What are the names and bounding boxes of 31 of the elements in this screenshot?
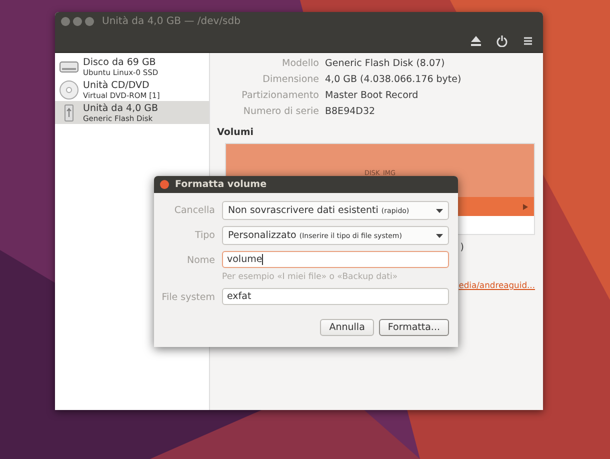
detail-value: Generic Flash Disk (8.07) <box>325 57 446 70</box>
maximize-button[interactable] <box>85 16 94 26</box>
menu-icon <box>522 35 534 47</box>
detail-label: Numero di serie <box>242 105 319 118</box>
hint-text: Per esempio «I miei file» o «Backup dati» <box>222 272 399 282</box>
mount-link[interactable]: edia/andreaguid... <box>458 280 535 290</box>
power-icon <box>496 35 508 47</box>
detail-label: Modello <box>281 57 319 70</box>
detail-value: ) <box>460 242 464 253</box>
optical-drive-icon <box>59 80 79 100</box>
detail-value: 4,0 GB (4.038.066.176 byte) <box>325 73 462 86</box>
detail-value: Master Boot Record <box>325 89 420 102</box>
play-icon <box>523 204 528 210</box>
dialog-button[interactable]: Annulla <box>320 319 374 336</box>
caret-icon <box>436 208 443 212</box>
eject-icon <box>470 35 482 47</box>
window-title: Unità da 4,0 GB — /dev/sdb <box>102 16 240 26</box>
section-heading: Volumi <box>217 127 255 138</box>
close-button[interactable] <box>160 180 169 189</box>
detail-label: Dimensione <box>262 73 319 86</box>
input-field[interactable]: volume <box>222 251 449 268</box>
field-label: File system <box>160 291 215 305</box>
field-label: Nome <box>186 254 215 268</box>
dialog-button[interactable]: Formatta... <box>378 319 449 336</box>
minimize-button[interactable] <box>73 16 82 26</box>
close-button[interactable] <box>61 16 70 26</box>
field-label: Cancella <box>173 204 215 218</box>
field-label: Tipo <box>194 229 215 243</box>
input-field[interactable]: exfat <box>222 288 449 305</box>
detail-label: Partizionamento <box>240 89 319 102</box>
detail-value: B8E94D32 <box>325 105 376 118</box>
